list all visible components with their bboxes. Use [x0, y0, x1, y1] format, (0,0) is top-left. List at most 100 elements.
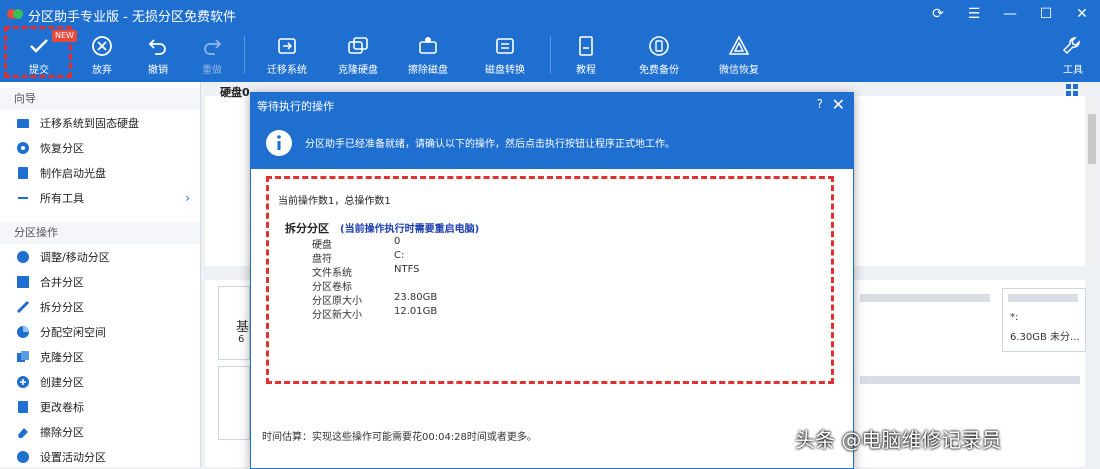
backup-label: 免费备份 — [639, 65, 679, 76]
sidebar-item-label: 所有工具 — [40, 191, 84, 205]
sidebar-item-label: 迁移系统到固态硬盘 — [40, 116, 139, 130]
backup-icon — [649, 36, 669, 56]
undo-icon — [148, 39, 166, 55]
disk-map-text: 6 — [238, 334, 245, 345]
active-icon — [16, 450, 30, 464]
detail-value: NTFS — [394, 264, 420, 275]
disk-block[interactable] — [218, 366, 250, 440]
convert-label: 磁盘转换 — [485, 65, 525, 76]
clone-disk-icon — [348, 37, 368, 54]
grid-view-icon[interactable] — [1066, 84, 1078, 96]
recovery-icon — [728, 35, 750, 55]
redo-icon — [204, 39, 222, 55]
watermark-text: 头条 @电脑维修记录员 — [795, 428, 1002, 452]
discard-button[interactable]: 放弃 — [82, 28, 122, 82]
free-backup-button[interactable]: 免费备份 — [634, 28, 684, 82]
sidebar-item-recover-partition[interactable]: 恢复分区 — [0, 135, 200, 160]
sidebar-item-all-tools[interactable]: 所有工具 › — [0, 185, 200, 210]
wechat-recovery-button[interactable]: 微信恢复 — [714, 28, 764, 82]
scrollbar[interactable] — [1086, 96, 1098, 266]
chevron-right-icon: › — [185, 190, 190, 205]
resize-icon — [16, 250, 30, 264]
convert-disk-button[interactable]: 磁盘转换 — [480, 28, 530, 82]
toolbar: 提交 放弃 撤销 重做 迁移系统 克隆硬盘 擦除磁盘 磁盘转换 教程 免费备份 … — [0, 28, 1100, 82]
migrate-disk-icon — [278, 38, 296, 54]
menu-icon[interactable]: ☰ — [956, 0, 992, 28]
sidebar-item-label: 恢复分区 — [40, 141, 84, 155]
create-icon — [16, 375, 30, 389]
wrench-icon — [1062, 37, 1080, 55]
convert-disk-icon — [496, 38, 514, 54]
detail-label: 文件系统 — [312, 268, 352, 279]
clone-disk-button[interactable]: 克隆硬盘 — [333, 28, 383, 82]
sidebar: 向导 迁移系统到固态硬盘 恢复分区 制作启动光盘 所有工具 › 分区操作 调整/… — [0, 82, 201, 467]
sidebar-item-label: 分配空闲空间 — [40, 325, 106, 339]
dialog-close-icon[interactable]: ✕ — [832, 95, 845, 114]
sidebar-item-clone-partition[interactable]: 克隆分区 — [0, 344, 200, 369]
help-icon[interactable]: ? — [817, 97, 823, 111]
dialog-header: 等待执行的操作 ? ✕ — [251, 93, 853, 117]
sidebar-item-resize[interactable]: 调整/移动分区 — [0, 244, 200, 269]
sidebar-item-set-active[interactable]: 设置活动分区 — [0, 444, 200, 469]
detail-label: 分区原大小 — [312, 296, 362, 307]
sidebar-item-label: 调整/移动分区 — [40, 250, 110, 264]
detail-label: 硬盘 — [312, 240, 332, 251]
sidebar-item-change-label[interactable]: 更改卷标 — [0, 394, 200, 419]
tutorial-button[interactable]: 教程 — [566, 28, 606, 82]
migrate-label: 迁移系统 — [267, 65, 307, 76]
wipe-label: 擦除磁盘 — [408, 65, 448, 76]
operation-count: 当前操作数1，总操作数1 — [278, 196, 391, 207]
sidebar-item-allocate-space[interactable]: 分配空闲空间 — [0, 319, 200, 344]
migrate-system-button[interactable]: 迁移系统 — [262, 28, 312, 82]
toolbar-separator — [244, 36, 245, 74]
operation-note: (当前操作执行时需要重启电脑) — [340, 224, 480, 235]
tools-button[interactable]: 工具 — [1056, 28, 1090, 82]
label-icon — [16, 400, 30, 414]
operation-name: 拆分分区 — [285, 222, 329, 235]
wipe-disk-icon — [419, 37, 437, 54]
refresh-icon[interactable]: ⟳ — [920, 0, 956, 28]
sidebar-item-label: 制作启动光盘 — [40, 166, 106, 180]
maximize-icon[interactable]: ☐ — [1028, 0, 1064, 28]
new-badge: NEW — [52, 30, 77, 42]
discard-icon — [92, 36, 112, 56]
detail-value: 12.01GB — [394, 306, 438, 317]
sidebar-item-wipe-partition[interactable]: 擦除分区 — [0, 419, 200, 444]
migrate-icon — [16, 116, 30, 130]
sidebar-item-merge[interactable]: 合并分区 — [0, 269, 200, 294]
sidebar-item-label: 合并分区 — [40, 275, 84, 289]
sidebar-item-boot-disc[interactable]: 制作启动光盘 — [0, 160, 200, 185]
sidebar-item-label: 创建分区 — [40, 375, 84, 389]
banner-message: 分区助手已经准备就绪，请确认以下的操作，然后点击执行按钮让程序正式地工作。 — [305, 139, 675, 150]
redo-button[interactable]: 重做 — [192, 28, 232, 82]
minimize-icon[interactable]: — — [992, 0, 1028, 28]
close-icon[interactable]: ✕ — [1064, 0, 1100, 28]
disk-label: 硬盘0 — [220, 86, 250, 99]
undo-label: 撤销 — [148, 65, 168, 76]
clone-label: 克隆硬盘 — [338, 65, 378, 76]
boot-disc-icon — [16, 166, 30, 180]
detail-value: 23.80GB — [394, 292, 438, 303]
undo-button[interactable]: 撤销 — [138, 28, 178, 82]
detail-value: C: — [394, 250, 405, 261]
sidebar-item-label: 更改卷标 — [40, 400, 84, 414]
sidebar-item-label: 设置活动分区 — [40, 450, 106, 464]
window-controls: ⟳ ☰ — ☐ ✕ — [920, 0, 1100, 28]
sidebar-section-wizard: 向导 — [0, 88, 200, 110]
detail-value: 0 — [394, 236, 401, 247]
window-title: 分区助手专业版 - 无损分区免费软件 — [28, 10, 236, 25]
detail-label: 盘符 — [312, 254, 332, 265]
sidebar-item-create-partition[interactable]: 创建分区 — [0, 369, 200, 394]
wipe-disk-button[interactable]: 擦除磁盘 — [403, 28, 453, 82]
sidebar-item-migrate-ssd[interactable]: 迁移系统到固态硬盘 — [0, 110, 200, 135]
clone-icon — [16, 350, 30, 364]
unallocated-size: 6.30GB 未分... — [1010, 332, 1080, 343]
unallocated-star: *: — [1010, 312, 1019, 323]
scrollbar-thumb[interactable] — [1088, 114, 1096, 164]
title-bar: 分区助手专业版 - 无损分区免费软件 ⟳ ☰ — ☐ ✕ — [0, 0, 1100, 28]
sidebar-item-label: 擦除分区 — [40, 425, 84, 439]
sidebar-item-split[interactable]: 拆分分区 — [0, 294, 200, 319]
wechat-label: 微信恢复 — [719, 65, 759, 76]
tools-label: 工具 — [1063, 65, 1083, 76]
pie-icon — [16, 325, 30, 339]
